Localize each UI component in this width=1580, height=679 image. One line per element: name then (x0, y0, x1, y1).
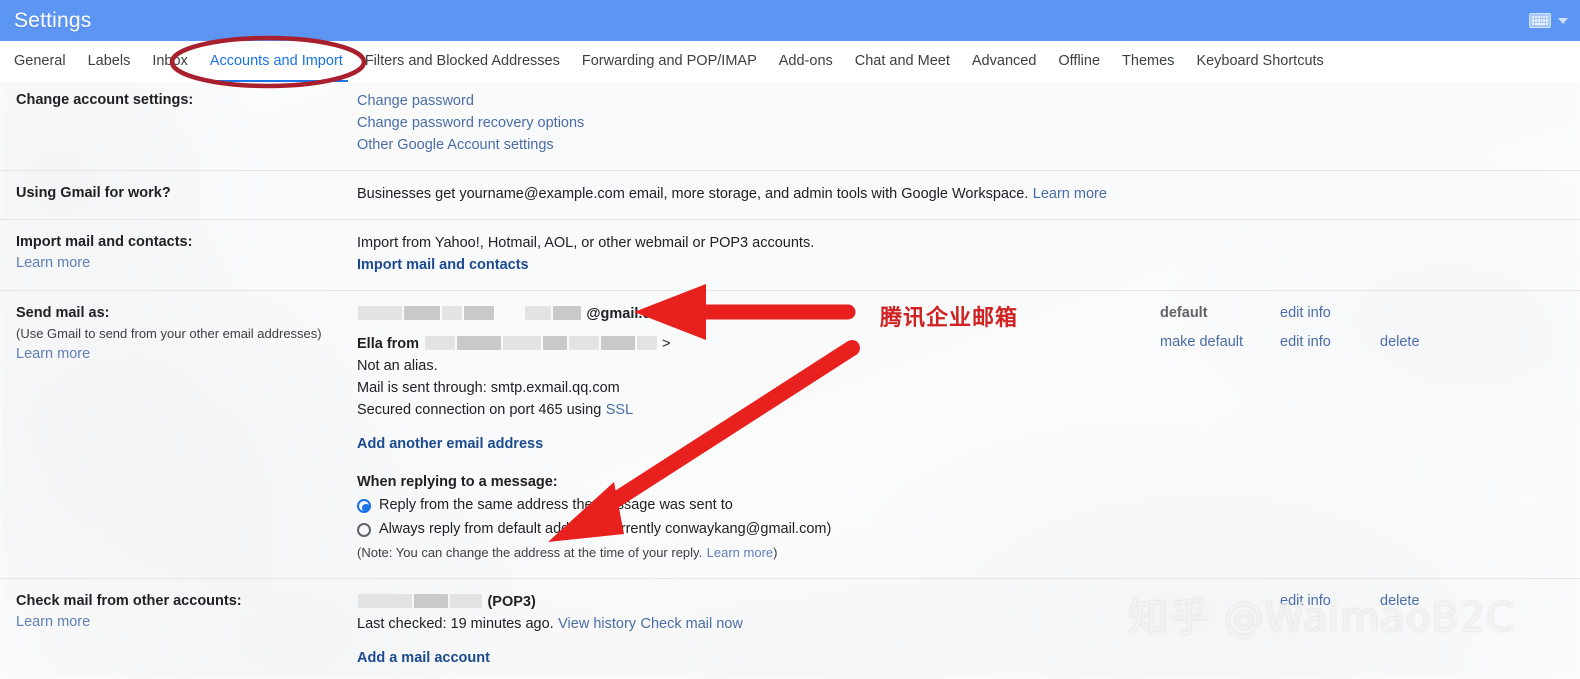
tab-offline[interactable]: Offline (1058, 41, 1113, 82)
tab-keyboard-shortcuts[interactable]: Keyboard Shortcuts (1196, 41, 1336, 82)
gmail-for-work-learn-more-link[interactable]: Learn more (1033, 186, 1107, 202)
secondary-address-prefix: Ella from (357, 336, 420, 352)
tab-labels[interactable]: Labels (88, 41, 144, 82)
keyboard-icon[interactable] (1529, 13, 1551, 28)
app-header: Settings (0, 0, 1580, 41)
when-replying-heading: When replying to a message: (357, 474, 558, 490)
tab-chat-and-meet[interactable]: Chat and Meet (855, 41, 963, 82)
row-check-mail-from-other-accounts: Check mail from other accounts: Learn mo… (0, 578, 1580, 679)
reply-note-suffix: ) (773, 545, 778, 560)
send-mail-as-address-secondary: Ella from > (357, 333, 1150, 355)
send-mail-as-actions-primary: default edit info (1160, 303, 1580, 324)
settings-tab-bar: General Labels Inbox Accounts and Import… (0, 41, 1580, 82)
row-send-mail-as: Send mail as: (Use Gmail to send from yo… (0, 290, 1580, 578)
secondary-address-suffix: > (661, 336, 671, 352)
send-mail-as-learn-more-link[interactable]: Learn more (16, 346, 90, 362)
secondary-make-default-link[interactable]: make default (1160, 332, 1280, 353)
reply-option-default-address-label: Always reply from default address (curre… (379, 521, 832, 537)
secondary-delete-link[interactable]: delete (1380, 332, 1480, 353)
check-mail-label-col: Check mail from other accounts: Learn mo… (0, 591, 357, 669)
check-mail-protocol: (POP3) (487, 594, 536, 610)
gmail-for-work-actions-col (1160, 183, 1580, 205)
send-mail-as-sub: (Use Gmail to send from your other email… (16, 326, 322, 341)
change-password-recovery-link[interactable]: Change password recovery options (357, 115, 584, 131)
reply-option-default-address-row[interactable]: Always reply from default address (curre… (357, 519, 1150, 540)
import-label-col: Import mail and contacts: Learn more (0, 232, 357, 276)
change-account-label: Change account settings: (16, 92, 194, 108)
reply-option-same-address-label: Reply from the same address the message … (379, 497, 733, 513)
change-account-main-col: Change password Change password recovery… (357, 90, 1160, 156)
primary-default-label: default (1160, 305, 1208, 321)
import-mail-and-contacts-link[interactable]: Import mail and contacts (357, 257, 529, 273)
other-google-account-settings-link[interactable]: Other Google Account settings (357, 137, 554, 153)
gmail-for-work-label-col: Using Gmail for work? (0, 183, 357, 205)
reply-note-learn-more-link[interactable]: Learn more (707, 545, 773, 560)
header-actions (1529, 13, 1568, 28)
check-mail-label: Check mail from other accounts: (16, 593, 242, 609)
add-another-email-address-link[interactable]: Add another email address (357, 436, 543, 452)
check-mail-main-col: (POP3) Last checked: 19 minutes ago. Vie… (357, 591, 1160, 669)
check-mail-status: Last checked: 19 minutes ago. (357, 616, 554, 632)
secured-connection-text: Secured connection on port 465 using (357, 402, 602, 418)
send-mail-as-label-col: Send mail as: (Use Gmail to send from yo… (0, 303, 357, 564)
tab-add-ons[interactable]: Add-ons (779, 41, 846, 82)
gmail-for-work-text: Businesses get yourname@example.com emai… (357, 186, 1029, 202)
primary-edit-info-link[interactable]: edit info (1280, 303, 1380, 324)
page-title: Settings (14, 8, 92, 32)
tab-filters-and-blocked-addresses[interactable]: Filters and Blocked Addresses (365, 41, 573, 82)
tab-general[interactable]: General (14, 41, 79, 82)
send-mail-as-main-col: @gmail.com> Ella from > Not an alias. Ma… (357, 303, 1160, 564)
settings-page: Settings General Labels Inbox Accounts a… (0, 0, 1580, 679)
import-actions-col (1160, 232, 1580, 276)
radio-reply-default-address[interactable] (357, 522, 371, 537)
ssl-link[interactable]: SSL (606, 402, 633, 418)
chevron-down-icon[interactable] (1558, 17, 1568, 24)
check-mail-actions-col: edit info delete (1160, 591, 1580, 669)
alias-note: Not an alias. (357, 358, 438, 374)
row-import-mail-and-contacts: Import mail and contacts: Learn more Imp… (0, 219, 1580, 290)
import-label: Import mail and contacts: (16, 234, 193, 250)
gmail-for-work-label: Using Gmail for work? (16, 185, 171, 201)
check-mail-learn-more-link[interactable]: Learn more (16, 614, 90, 630)
import-text: Import from Yahoo!, Hotmail, AOL, or oth… (357, 235, 815, 251)
change-account-actions-col (1160, 90, 1580, 156)
send-mail-as-address-primary: @gmail.com> (357, 303, 1150, 325)
row-change-account-settings: Change account settings: Change password… (0, 82, 1580, 170)
import-main-col: Import from Yahoo!, Hotmail, AOL, or oth… (357, 232, 1160, 276)
send-mail-as-actions-col: default edit info make default edit info… (1160, 303, 1580, 564)
check-mail-now-link[interactable]: Check mail now (641, 616, 743, 632)
secondary-edit-info-link[interactable]: edit info (1280, 332, 1380, 353)
change-account-label-col: Change account settings: (0, 90, 357, 156)
check-mail-account-row: (POP3) (357, 591, 1150, 613)
send-mail-as-actions-secondary: make default edit info delete (1160, 332, 1580, 353)
send-mail-as-label: Send mail as: (16, 305, 110, 321)
primary-address-suffix: @gmail.com> (586, 306, 681, 322)
settings-content: Change account settings: Change password… (0, 82, 1580, 679)
add-a-mail-account-link[interactable]: Add a mail account (357, 650, 490, 666)
reply-note-text: (Note: You can change the address at the… (357, 545, 703, 560)
check-mail-delete-link[interactable]: delete (1380, 591, 1480, 612)
tab-accounts-and-import[interactable]: Accounts and Import (204, 41, 356, 82)
reply-option-same-address-row[interactable]: Reply from the same address the message … (357, 495, 1150, 516)
tab-inbox[interactable]: Inbox (152, 41, 200, 82)
check-mail-edit-info-link[interactable]: edit info (1280, 591, 1380, 612)
radio-reply-same-address[interactable] (357, 498, 371, 513)
tab-advanced[interactable]: Advanced (972, 41, 1050, 82)
row-gmail-for-work: Using Gmail for work? Businesses get you… (0, 170, 1580, 219)
smtp-server-text: Mail is sent through: smtp.exmail.qq.com (357, 380, 620, 396)
tab-forwarding-and-pop-imap[interactable]: Forwarding and POP/IMAP (582, 41, 770, 82)
change-password-link[interactable]: Change password (357, 93, 474, 109)
gmail-for-work-main-col: Businesses get yourname@example.com emai… (357, 183, 1160, 205)
tab-themes[interactable]: Themes (1122, 41, 1187, 82)
check-mail-actions: edit info delete (1160, 591, 1580, 612)
import-learn-more-link[interactable]: Learn more (16, 255, 90, 271)
view-history-link[interactable]: View history (558, 616, 636, 632)
